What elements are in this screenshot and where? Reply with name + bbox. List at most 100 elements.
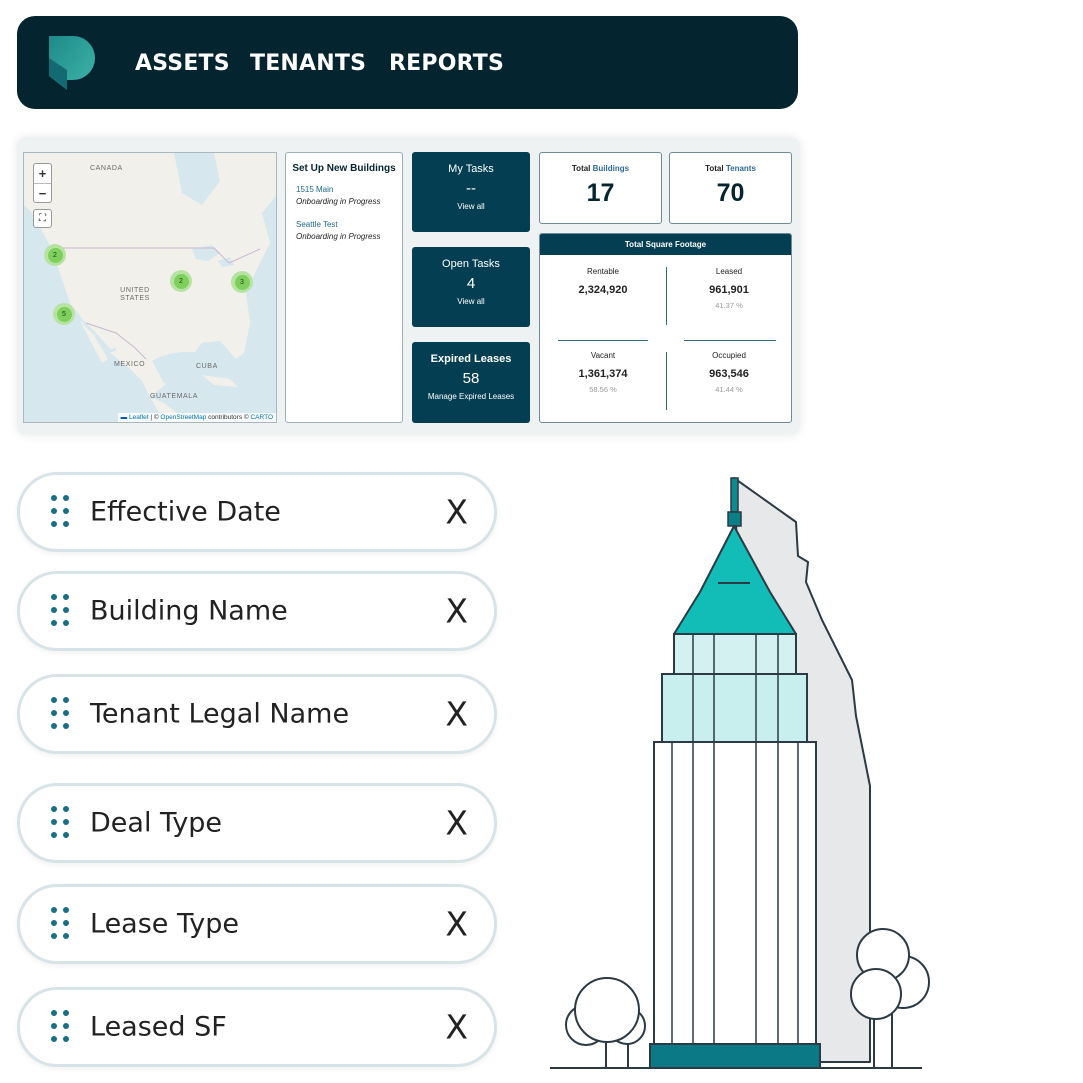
setup-building-item[interactable]: Seattle Test Onboarding in Progress <box>290 219 398 242</box>
total-buildings-card[interactable]: Total Buildings 17 <box>539 152 662 224</box>
map-cluster-marker[interactable]: 3 <box>231 271 253 293</box>
map-attribution: ▬ Leaflet | © OpenStreetMap contributors… <box>117 413 276 422</box>
sqft-label: Leased <box>715 267 743 276</box>
field-label: Leased SF <box>90 1011 227 1043</box>
view-all-link[interactable]: View all <box>412 297 530 306</box>
zoom-in-button[interactable]: + <box>34 164 51 183</box>
skyscraper-illustration-icon <box>550 477 930 1069</box>
remove-field-button[interactable]: X <box>445 804 468 843</box>
cluster-count: 2 <box>173 273 189 289</box>
sqft-title: Total Square Footage <box>540 234 791 255</box>
field-chip-building-name[interactable]: Building Name X <box>17 571 497 651</box>
map-label-guatemala: GUATEMALA <box>150 393 199 400</box>
map-label-mexico: MEXICO <box>114 361 146 368</box>
attribution-sep: | © <box>148 414 161 421</box>
sqft-value: 2,324,920 <box>578 284 628 296</box>
field-label: Building Name <box>90 595 288 627</box>
tile-title: Expired Leases <box>430 353 512 365</box>
divider <box>684 340 776 341</box>
osm-link[interactable]: OpenStreetMap <box>160 414 206 421</box>
nav-tenants[interactable]: TENANTS <box>250 51 366 76</box>
my-tasks-tile[interactable]: My Tasks -- View all <box>412 152 530 232</box>
field-label: Tenant Legal Name <box>90 698 350 730</box>
fullscreen-icon[interactable]: ⛶ <box>33 209 52 228</box>
leaflet-link[interactable]: Leaflet <box>129 414 149 421</box>
stat-prefix: Total <box>571 164 593 173</box>
stat-prefix: Total <box>705 164 726 173</box>
drag-handle-icon[interactable] <box>49 594 71 628</box>
square-footage-card: Total Square Footage Rentable 2,324,920 … <box>539 233 792 423</box>
open-tasks-tile[interactable]: Open Tasks 4 View all <box>412 247 530 327</box>
sqft-rentable: Rentable 2,324,920 <box>540 267 666 296</box>
sqft-label: Occupied <box>712 351 746 360</box>
field-chip-leased-sf[interactable]: Leased SF X <box>17 987 497 1067</box>
sqft-percent: 41.37 % <box>715 301 743 310</box>
sqft-vacant: Vacant 1,361,374 58.56 % <box>540 351 666 394</box>
sqft-label: Rentable <box>586 267 620 276</box>
total-buildings-value: 17 <box>586 179 615 207</box>
stat-title: Total Buildings <box>540 164 661 173</box>
sqft-value: 961,901 <box>709 284 749 296</box>
divider <box>666 352 667 410</box>
map-label-united-states: UNITED STATES <box>120 287 150 302</box>
setup-building-name[interactable]: Seattle Test <box>296 219 398 231</box>
field-chip-lease-type[interactable]: Lease Type X <box>17 884 497 964</box>
remove-field-button[interactable]: X <box>445 1008 468 1047</box>
sqft-occupied: Occupied 963,546 41.44 % <box>666 351 791 394</box>
zoom-out-button[interactable]: − <box>34 183 51 202</box>
setup-building-status: Onboarding in Progress <box>296 197 381 206</box>
stat-accent: Tenants <box>725 164 756 173</box>
expired-leases-tile[interactable]: Expired Leases 58 Manage Expired Leases <box>412 342 530 423</box>
cluster-count: 5 <box>56 306 72 322</box>
total-tenants-value: 70 <box>716 179 745 207</box>
sqft-value: 1,361,374 <box>578 368 628 380</box>
nav-assets[interactable]: ASSETS <box>135 51 230 76</box>
divider <box>558 340 648 341</box>
map-label-cuba: CUBA <box>196 363 218 370</box>
remove-field-button[interactable]: X <box>445 592 468 631</box>
field-label: Deal Type <box>90 807 223 839</box>
cluster-count: 3 <box>234 274 250 290</box>
sqft-label: Vacant <box>590 351 616 360</box>
field-chip-effective-date[interactable]: Effective Date X <box>17 472 497 552</box>
tile-title: My Tasks <box>448 163 494 175</box>
field-label: Lease Type <box>90 908 240 940</box>
field-chip-deal-type[interactable]: Deal Type X <box>17 783 497 863</box>
field-chip-tenant-legal-name[interactable]: Tenant Legal Name X <box>17 674 497 754</box>
drag-handle-icon[interactable] <box>49 1010 71 1044</box>
remove-field-button[interactable]: X <box>445 695 468 734</box>
divider <box>666 267 667 325</box>
total-tenants-card[interactable]: Total Tenants 70 <box>669 152 792 224</box>
nav-reports[interactable]: REPORTS <box>389 51 504 76</box>
cluster-count: 2 <box>47 247 63 263</box>
dashboard-panel: CANADA UNITED STATES MEXICO CUBA GUATEMA… <box>17 137 800 435</box>
map-cluster-marker[interactable]: 5 <box>53 303 75 325</box>
buildings-map[interactable]: CANADA UNITED STATES MEXICO CUBA GUATEMA… <box>23 152 277 423</box>
tile-value: 4 <box>466 275 476 292</box>
drag-handle-icon[interactable] <box>49 495 71 529</box>
remove-field-button[interactable]: X <box>445 905 468 944</box>
setup-building-name[interactable]: 1515 Main <box>296 184 398 196</box>
drag-handle-icon[interactable] <box>49 907 71 941</box>
map-zoom-control: + − <box>33 163 52 203</box>
manage-expired-leases-link[interactable]: Manage Expired Leases <box>412 392 530 401</box>
remove-field-button[interactable]: X <box>445 493 468 532</box>
drag-handle-icon[interactable] <box>49 806 71 840</box>
carto-link[interactable]: CARTO <box>250 414 273 421</box>
drag-handle-icon[interactable] <box>49 697 71 731</box>
tile-value: 58 <box>462 370 480 387</box>
brand-logo-icon[interactable] <box>47 34 97 92</box>
tile-value: -- <box>466 180 476 197</box>
sqft-percent: 41.44 % <box>715 385 743 394</box>
tile-title: Open Tasks <box>442 258 500 270</box>
view-all-link[interactable]: View all <box>412 202 530 211</box>
attribution-contrib: contributors © <box>206 414 251 421</box>
map-cluster-marker[interactable]: 2 <box>44 244 66 266</box>
setup-building-item[interactable]: 1515 Main Onboarding in Progress <box>290 184 398 207</box>
map-label-canada: CANADA <box>90 165 123 172</box>
sqft-value: 963,546 <box>709 368 749 380</box>
top-nav-bar: ASSETS TENANTS REPORTS <box>17 16 798 109</box>
map-cluster-marker[interactable]: 2 <box>170 270 192 292</box>
stat-accent: Buildings <box>592 164 630 173</box>
setup-building-status: Onboarding in Progress <box>296 232 381 241</box>
